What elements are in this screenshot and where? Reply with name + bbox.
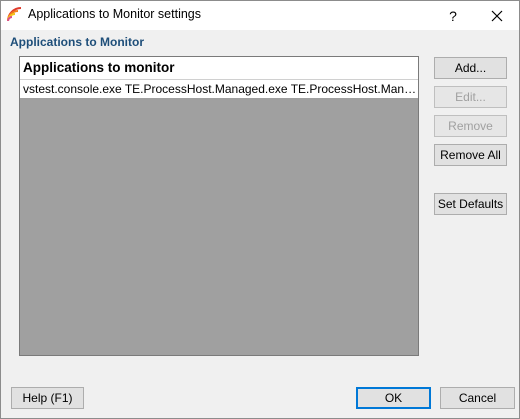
ok-button[interactable]: OK xyxy=(356,387,431,409)
list-item[interactable]: vstest.console.exe TE.ProcessHost.Manage… xyxy=(20,79,418,98)
set-defaults-button[interactable]: Set Defaults xyxy=(434,193,507,215)
section-title: Applications to Monitor xyxy=(10,35,144,49)
cancel-button[interactable]: Cancel xyxy=(440,387,515,409)
list-column-header[interactable]: Applications to monitor xyxy=(20,57,418,79)
close-button[interactable] xyxy=(475,1,519,30)
signal-waves-icon xyxy=(7,7,22,22)
window-title: Applications to Monitor settings xyxy=(28,7,202,21)
title-bar: Applications to Monitor settings ? xyxy=(1,1,519,30)
remove-all-button[interactable]: Remove All xyxy=(434,144,507,166)
help-title-button[interactable]: ? xyxy=(431,1,475,30)
applications-list[interactable]: Applications to monitor vstest.console.e… xyxy=(19,56,419,356)
help-button[interactable]: Help (F1) xyxy=(11,387,84,409)
edit-button[interactable]: Edit... xyxy=(434,86,507,108)
add-button[interactable]: Add... xyxy=(434,57,507,79)
close-icon xyxy=(491,10,503,21)
settings-dialog: Applications to Monitor settings ? Appli… xyxy=(0,0,520,419)
remove-button[interactable]: Remove xyxy=(434,115,507,137)
question-mark-icon: ? xyxy=(449,7,457,24)
